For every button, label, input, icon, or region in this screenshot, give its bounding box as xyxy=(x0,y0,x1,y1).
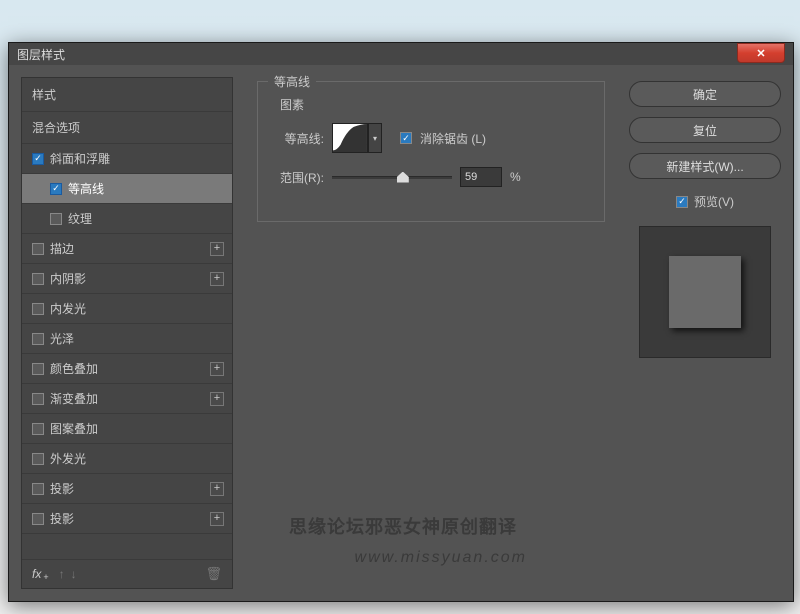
range-label: 范围(R): xyxy=(270,169,324,186)
style-item[interactable]: 投影 + xyxy=(22,474,232,504)
style-checkbox[interactable] xyxy=(32,393,44,405)
style-checkbox[interactable] xyxy=(50,183,62,195)
style-checkbox[interactable] xyxy=(32,513,44,525)
dialog-content: 样式 混合选项 斜面和浮雕等高线纹理描边+内阴影+内发光光泽颜色叠加+渐变叠加+… xyxy=(9,65,793,601)
style-item[interactable]: 光泽 xyxy=(22,324,232,354)
style-checkbox[interactable] xyxy=(32,483,44,495)
style-label: 等高线 xyxy=(68,180,104,197)
style-label: 颜色叠加 xyxy=(50,360,98,377)
arrow-up-icon[interactable]: ↑ xyxy=(59,567,65,581)
new-style-button[interactable]: 新建样式(W)... xyxy=(629,153,781,179)
add-effect-icon[interactable]: + xyxy=(210,362,224,376)
style-checkbox[interactable] xyxy=(32,243,44,255)
style-checkbox[interactable] xyxy=(32,453,44,465)
arrow-down-icon[interactable]: ↓ xyxy=(71,567,77,581)
style-item[interactable]: 等高线 xyxy=(22,174,232,204)
fx-subscript: + xyxy=(43,572,48,582)
dialog-title: 图层样式 xyxy=(17,46,65,63)
contour-label: 等高线: xyxy=(270,130,324,147)
style-label: 描边 xyxy=(50,240,74,257)
range-unit: % xyxy=(510,170,521,184)
contour-curve-icon xyxy=(333,124,367,152)
contour-group-title: 等高线 xyxy=(268,73,316,90)
style-label: 光泽 xyxy=(50,330,74,347)
style-checkbox[interactable] xyxy=(32,363,44,375)
style-checkbox[interactable] xyxy=(32,273,44,285)
contour-row: 等高线: ▾ 消除锯齿 (L) xyxy=(270,123,592,153)
ok-button[interactable]: 确定 xyxy=(629,81,781,107)
style-label: 内发光 xyxy=(50,300,86,317)
preview-row: 预览(V) xyxy=(629,193,781,210)
style-label: 投影 xyxy=(50,480,74,497)
close-icon: ✕ xyxy=(756,47,765,60)
action-panel: 确定 复位 新建样式(W)... 预览(V) xyxy=(629,77,781,589)
contour-preview xyxy=(332,123,368,153)
style-item[interactable]: 内发光 xyxy=(22,294,232,324)
layer-style-dialog: 图层样式 ✕ 样式 混合选项 斜面和浮雕等高线纹理描边+内阴影+内发光光泽颜色叠… xyxy=(8,42,794,602)
preview-label: 预览(V) xyxy=(694,193,734,210)
style-item[interactable]: 描边 + xyxy=(22,234,232,264)
styles-header[interactable]: 样式 xyxy=(22,78,232,112)
watermark-text-2: www.missyuan.com xyxy=(355,549,527,567)
style-label: 内阴影 xyxy=(50,270,86,287)
reorder-arrows: ↑ ↓ xyxy=(59,567,77,581)
style-checkbox[interactable] xyxy=(32,153,44,165)
style-label: 斜面和浮雕 xyxy=(50,150,110,167)
preview-swatch xyxy=(669,256,741,328)
fx-label[interactable]: fx xyxy=(32,567,41,581)
style-label: 图案叠加 xyxy=(50,420,98,437)
element-label: 图素 xyxy=(280,96,592,113)
style-label: 纹理 xyxy=(68,210,92,227)
style-item[interactable]: 斜面和浮雕 xyxy=(22,144,232,174)
preview-checkbox[interactable] xyxy=(676,196,688,208)
add-effect-icon[interactable]: + xyxy=(210,272,224,286)
settings-panel: 等高线 图素 等高线: ▾ 消除锯齿 (L) xyxy=(245,77,617,589)
style-item[interactable]: 图案叠加 xyxy=(22,414,232,444)
close-button[interactable]: ✕ xyxy=(737,43,785,63)
style-item[interactable]: 投影 + xyxy=(22,504,232,534)
style-item[interactable]: 纹理 xyxy=(22,204,232,234)
blend-options[interactable]: 混合选项 xyxy=(22,112,232,144)
styles-list-panel: 样式 混合选项 斜面和浮雕等高线纹理描边 + 内阴影 + 内发光光泽颜色叠加 + 渐变叠加 +… xyxy=(21,77,233,589)
contour-group: 等高线 图素 等高线: ▾ 消除锯齿 (L) xyxy=(257,81,605,222)
style-label: 渐变叠加 xyxy=(50,390,98,407)
antialias-label: 消除锯齿 (L) xyxy=(420,130,486,147)
style-label: 投影 xyxy=(50,510,74,527)
add-effect-icon[interactable]: + xyxy=(210,512,224,526)
style-item[interactable]: 内阴影 + xyxy=(22,264,232,294)
range-input[interactable] xyxy=(460,167,502,187)
style-checkbox[interactable] xyxy=(32,333,44,345)
add-effect-icon[interactable]: + xyxy=(210,392,224,406)
range-row: 范围(R): % xyxy=(270,167,592,187)
trash-icon[interactable]: 🗑 xyxy=(205,566,222,582)
style-item[interactable]: 渐变叠加 + xyxy=(22,384,232,414)
preview-box xyxy=(639,226,771,358)
style-item[interactable]: 外发光 xyxy=(22,444,232,474)
style-checkbox[interactable] xyxy=(32,303,44,315)
styles-footer: fx + ↑ ↓ 🗑 xyxy=(22,559,232,588)
reset-button[interactable]: 复位 xyxy=(629,117,781,143)
antialias-checkbox[interactable] xyxy=(400,132,412,144)
style-label: 外发光 xyxy=(50,450,86,467)
style-checkbox[interactable] xyxy=(32,423,44,435)
contour-dropdown-icon[interactable]: ▾ xyxy=(368,123,382,153)
add-effect-icon[interactable]: + xyxy=(210,242,224,256)
style-item[interactable]: 颜色叠加 + xyxy=(22,354,232,384)
range-slider[interactable] xyxy=(332,176,452,179)
contour-picker[interactable]: ▾ xyxy=(332,123,382,153)
titlebar: 图层样式 ✕ xyxy=(9,43,793,65)
range-slider-thumb[interactable] xyxy=(397,172,409,183)
add-effect-icon[interactable]: + xyxy=(210,482,224,496)
watermark-text-1: 思缘论坛邪恶女神原创翻译 xyxy=(289,513,517,539)
style-checkbox[interactable] xyxy=(50,213,62,225)
